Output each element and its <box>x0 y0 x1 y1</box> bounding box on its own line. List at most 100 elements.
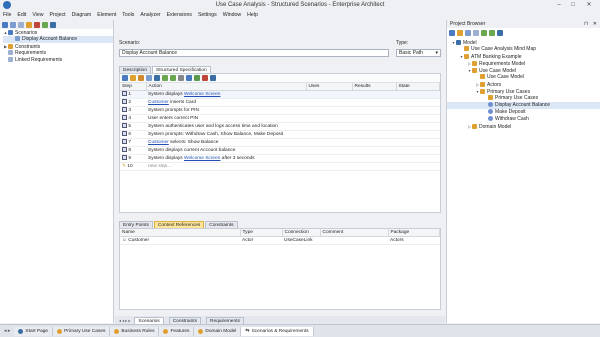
menu-project[interactable]: Project <box>46 11 68 20</box>
browser-item-use-case-model[interactable]: ▾ Use Case Model <box>447 67 600 74</box>
paste-icon[interactable] <box>146 75 152 81</box>
browser-item-requirements-model[interactable]: ▷ Requirements Model <box>447 60 600 67</box>
tree-item-constraints[interactable]: ▶ Constraints <box>3 43 113 50</box>
step-action[interactable]: Customer selects: Show Balance <box>146 138 306 147</box>
step-uses[interactable] <box>306 146 352 155</box>
step-results[interactable] <box>352 114 396 123</box>
action-link[interactable]: Welcome Screen <box>184 92 220 97</box>
help-icon[interactable] <box>210 75 216 81</box>
step-uses[interactable] <box>306 98 352 107</box>
table-row[interactable]: 1 System displays Welcome Screen <box>120 90 440 99</box>
step-action[interactable]: System prompts for PIN <box>146 106 306 115</box>
browser-item-display-account-balance[interactable]: Display Account Balance <box>447 102 600 109</box>
tree-item-requirements[interactable]: Requirements <box>3 50 113 57</box>
subtab-constraints[interactable]: Constraints <box>168 316 201 324</box>
move-up-icon[interactable] <box>481 29 487 36</box>
tab-context-references[interactable]: Context References <box>153 221 205 228</box>
step-state[interactable] <box>396 130 440 139</box>
menu-tools[interactable]: Tools <box>119 11 137 20</box>
new-diagram-icon[interactable] <box>457 29 463 36</box>
table-row[interactable]: 9 System displays Welcome Screen after 3 … <box>120 154 440 163</box>
col-connection[interactable]: Connection <box>282 229 321 237</box>
browser-item-actors[interactable]: ▷ Actors <box>447 81 600 88</box>
browser-item-atm-banking-example[interactable]: ▾ ATM Banking Example <box>447 53 600 60</box>
menu-window[interactable]: Window <box>220 11 244 20</box>
menu-edit[interactable]: Edit <box>14 11 29 20</box>
step-results[interactable] <box>352 130 396 139</box>
folder-icon[interactable] <box>26 21 32 28</box>
menu-diagram[interactable]: Diagram <box>69 11 95 20</box>
move-down-icon[interactable] <box>489 29 495 36</box>
browser-item-use-case-analysis-mind-map[interactable]: Use Case Analysis Mind Map <box>447 46 600 53</box>
browser-item-use-case-model[interactable]: Use Case Model <box>447 74 600 81</box>
tree-item-scenarios[interactable]: ▲ Scenarios <box>3 29 113 36</box>
help-icon[interactable] <box>497 29 503 36</box>
table-row[interactable]: 8 System displays current Account balance <box>120 146 440 155</box>
step-results[interactable] <box>352 122 396 131</box>
doc-tab-features[interactable]: Features <box>159 326 195 336</box>
menu-view[interactable]: View <box>29 11 46 20</box>
doc-tab-business-rules[interactable]: Business Rules <box>110 326 160 336</box>
subtab-requirements[interactable]: Requirements <box>205 316 244 324</box>
table-row[interactable]: 7 Customer selects: Show Balance <box>120 138 440 147</box>
action-link[interactable]: Customer <box>148 100 169 105</box>
scenario-name-field[interactable]: Display Account Balance <box>119 49 389 57</box>
col-name[interactable]: Name <box>120 229 241 237</box>
step-uses[interactable] <box>306 122 352 131</box>
table-row[interactable]: 5 System authenticates user and logs acce… <box>120 122 440 131</box>
delete-icon[interactable] <box>202 75 208 81</box>
col-results[interactable]: Results <box>352 83 397 91</box>
tab-structured-specification[interactable]: Structured Specification <box>152 66 211 73</box>
menu-settings[interactable]: Settings <box>195 11 220 20</box>
minimize-button[interactable]: – <box>552 1 566 9</box>
table-row[interactable]: 6 System prompts: Withdraw Cash, Show Bal… <box>120 130 440 139</box>
close-window-button[interactable]: ✕ <box>582 1 596 9</box>
menu-file[interactable]: File <box>0 11 14 20</box>
move-down-icon[interactable] <box>170 75 176 81</box>
generate-icon[interactable] <box>186 75 192 81</box>
tab-description[interactable]: Description <box>119 66 151 73</box>
step-uses[interactable] <box>306 114 352 123</box>
step-action[interactable]: User enters correct PIN <box>146 114 306 123</box>
col-step[interactable]: Step <box>120 83 147 91</box>
new-package-icon[interactable] <box>449 29 455 36</box>
col-type[interactable]: Type <box>240 229 283 237</box>
doc-tab-scenarios-requirements[interactable]: ⇆ Scenarios & Requirements <box>241 326 314 336</box>
col-comment[interactable]: Comment <box>320 229 389 237</box>
find-icon[interactable] <box>473 29 479 36</box>
validate-icon[interactable] <box>194 75 200 81</box>
new-step-input[interactable]: new step... <box>146 162 306 171</box>
save-icon[interactable] <box>122 75 128 81</box>
new-element-icon[interactable] <box>465 29 471 36</box>
step-action[interactable]: System prompts: Withdraw Cash, Show Bala… <box>146 130 306 139</box>
tab-nav-icon[interactable]: ◂ ▸ <box>4 328 10 334</box>
col-package[interactable]: Package <box>388 229 440 237</box>
browser-item-model[interactable]: ▾ Model <box>447 39 600 46</box>
table-row[interactable]: 3 System prompts for PIN <box>120 106 440 115</box>
step-action[interactable]: System displays current Account balance <box>146 146 306 155</box>
type-select[interactable]: Basic Path ▾ <box>396 49 441 57</box>
step-results[interactable] <box>352 154 396 163</box>
step-uses[interactable] <box>306 130 352 139</box>
step-state[interactable] <box>396 138 440 147</box>
step-state[interactable] <box>396 154 440 163</box>
browser-item-withdraw-cash[interactable]: Withdraw Cash <box>447 116 600 123</box>
col-state[interactable]: State <box>396 83 440 91</box>
save-icon[interactable] <box>2 21 8 28</box>
menu-help[interactable]: Help <box>244 11 261 20</box>
step-uses[interactable] <box>306 106 352 115</box>
new-icon[interactable] <box>10 21 16 28</box>
step-results[interactable] <box>352 106 396 115</box>
step-state[interactable] <box>396 106 440 115</box>
subtab-scenarios[interactable]: Scenarios <box>134 316 164 324</box>
step-results[interactable] <box>352 98 396 107</box>
copy-icon[interactable] <box>154 75 160 81</box>
table-row[interactable]: 2 Customer inserts Card <box>120 98 440 107</box>
step-action[interactable]: System displays Welcome Screen <box>146 90 306 99</box>
insert-step-icon[interactable] <box>130 75 136 81</box>
step-uses[interactable] <box>306 90 352 99</box>
action-link[interactable]: Welcome Screen <box>184 156 220 161</box>
delete-icon[interactable] <box>34 21 40 28</box>
browser-item-domain-model[interactable]: ▷ Domain Model <box>447 123 600 130</box>
tree-item-display-account-balance[interactable]: Display Account Balance <box>3 36 113 43</box>
